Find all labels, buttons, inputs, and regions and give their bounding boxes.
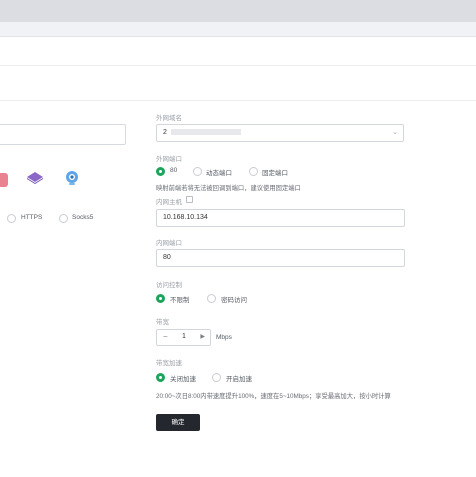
bandwidth-value[interactable]: 1 — [182, 333, 186, 340]
port-radio-80[interactable] — [156, 167, 165, 176]
minus-icon[interactable]: − — [163, 332, 168, 341]
app-red-icon[interactable] — [0, 173, 8, 187]
bandwidth-unit: Mbps — [216, 334, 232, 341]
access-radio-unlimited[interactable] — [156, 294, 165, 303]
access-option-password[interactable]: 密码访问 — [221, 294, 247, 304]
access-domain-value: 2 — [163, 129, 167, 136]
bandwidth-label: 带宽 — [156, 319, 169, 326]
accel-note: 20:00~次日8:00内带速度提升100%，速度在5~10Mbps；享受最高加… — [156, 393, 391, 400]
page-header — [0, 37, 476, 66]
port-hint: 映射前端若将无法被回调到端口，建议使用固定端口 — [156, 185, 301, 192]
plus-icon[interactable]: ▶ — [200, 333, 205, 340]
internal-host-label: 内网主机 — [156, 199, 182, 206]
internal-port-label: 内网端口 — [156, 240, 182, 247]
protocol-https-label[interactable]: HTTPS — [21, 214, 42, 221]
accel-option-off[interactable]: 关闭加速 — [170, 373, 196, 383]
internal-port-input[interactable]: 80 — [156, 249, 405, 267]
port-option-fixed[interactable]: 固定端口 — [262, 167, 288, 177]
page-subheader — [0, 66, 476, 101]
access-radio-password[interactable] — [207, 294, 216, 303]
port-option-dynamic[interactable]: 动态端口 — [206, 167, 232, 177]
app-webcam-icon[interactable] — [64, 170, 80, 186]
access-domain-blurred — [170, 129, 241, 136]
chevron-down-icon: ⌄ — [392, 129, 398, 136]
accel-option-on[interactable]: 开启加速 — [226, 373, 252, 383]
access-domain-label: 外网域名 — [156, 115, 182, 122]
app-purple-icon[interactable] — [26, 171, 44, 185]
browser-top-bar — [0, 0, 476, 22]
protocol-socks5-label[interactable]: Socks5 — [72, 214, 93, 221]
access-control-label: 访问控制 — [156, 282, 182, 289]
port-radio-dynamic[interactable] — [193, 167, 202, 176]
access-domain-select[interactable]: 2 ⌄ — [156, 124, 404, 142]
access-option-unlimited[interactable]: 不限制 — [170, 294, 190, 304]
confirm-button[interactable]: 确定 — [156, 414, 200, 431]
external-port-label: 外网端口 — [156, 156, 182, 163]
port-option-80[interactable]: 80 — [170, 167, 177, 174]
info-icon[interactable] — [186, 196, 193, 203]
main-content — [0, 101, 476, 477]
protocol-radio-socks5[interactable] — [59, 214, 68, 223]
internal-host-input[interactable]: 10.168.10.134 — [156, 209, 405, 227]
browser-tab-strip — [0, 22, 476, 37]
protocol-radio-http[interactable] — [7, 214, 16, 223]
port-radio-fixed[interactable] — [249, 167, 258, 176]
accel-radio-on[interactable] — [212, 373, 221, 382]
accel-radio-off[interactable] — [156, 373, 165, 382]
mapping-name-input[interactable] — [0, 124, 126, 145]
accel-label: 带宽加速 — [156, 360, 182, 367]
bandwidth-stepper[interactable]: − 1 ▶ — [156, 329, 211, 346]
